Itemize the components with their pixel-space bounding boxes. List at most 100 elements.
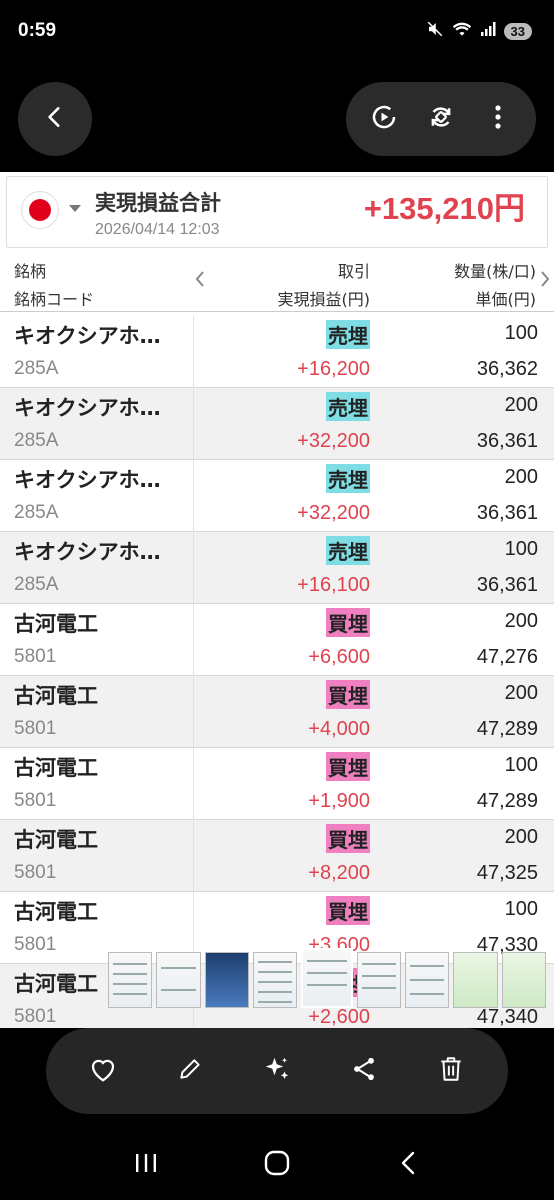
realized-pl: +8,200 bbox=[308, 862, 370, 884]
stock-code: 285A bbox=[14, 358, 59, 379]
table-row[interactable]: キオクシアホ… 285A 売埋 +16,200 100 36,362 bbox=[0, 316, 554, 388]
unit-price: 47,276 bbox=[476, 646, 538, 668]
summary-total: +135,210円 bbox=[363, 191, 525, 226]
more-options-button[interactable] bbox=[478, 99, 518, 139]
gallery-thumbnail[interactable] bbox=[404, 952, 450, 1008]
unit-price: 47,325 bbox=[476, 862, 538, 884]
table-row[interactable]: 古河電工 5801 買埋 +4,000 200 47,289 bbox=[0, 676, 554, 748]
gallery-thumbnail[interactable] bbox=[156, 952, 201, 1008]
realized-pl: +2,600 bbox=[308, 1006, 370, 1028]
trade-type-badge: 買埋 bbox=[326, 608, 370, 637]
table-row[interactable]: 古河電工 5801 買埋 +1,900 100 47,289 bbox=[0, 748, 554, 820]
gallery-thumbnail[interactable] bbox=[356, 952, 401, 1008]
gallery-filmstrip bbox=[108, 948, 547, 1008]
trade-list: キオクシアホ… 285A 売埋 +16,200 100 36,362 キオクシア… bbox=[0, 316, 554, 1028]
trade-type-badge: 売埋 bbox=[326, 464, 370, 493]
stock-name: 古河電工 bbox=[14, 756, 98, 780]
stock-code: 285A bbox=[14, 502, 59, 523]
gallery-thumbnail[interactable] bbox=[108, 952, 153, 1008]
recent-apps-icon bbox=[133, 1151, 159, 1179]
recent-apps-button[interactable] bbox=[121, 1140, 171, 1190]
stock-name: キオクシアホ… bbox=[14, 396, 161, 420]
stock-code: 5801 bbox=[14, 646, 57, 667]
japan-flag-icon bbox=[29, 199, 51, 221]
rotate-icon bbox=[426, 102, 456, 136]
table-row[interactable]: キオクシアホ… 285A 売埋 +32,200 200 36,361 bbox=[0, 388, 554, 460]
realized-pl: +32,200 bbox=[297, 502, 370, 524]
trade-type-badge: 売埋 bbox=[326, 392, 370, 421]
heart-icon bbox=[88, 1055, 118, 1087]
quantity: 100 bbox=[504, 538, 538, 560]
unit-price: 36,361 bbox=[476, 502, 538, 524]
header-trade: 取引 bbox=[337, 262, 370, 281]
home-button[interactable] bbox=[252, 1140, 302, 1190]
favorite-button[interactable] bbox=[78, 1046, 128, 1096]
quantity: 200 bbox=[504, 826, 538, 848]
column-divider bbox=[193, 388, 194, 460]
caret-down-icon[interactable] bbox=[69, 205, 81, 212]
gallery-thumbnail[interactable] bbox=[204, 952, 250, 1008]
viewer-action-pill bbox=[346, 82, 536, 156]
column-divider bbox=[193, 820, 194, 892]
viewer-action-bar bbox=[46, 1028, 508, 1114]
summary-title: 実現損益合計 bbox=[95, 191, 221, 215]
mute-icon bbox=[426, 20, 444, 42]
system-navigation-bar bbox=[0, 1130, 554, 1200]
unit-price: 36,362 bbox=[476, 358, 538, 380]
share-button[interactable] bbox=[339, 1046, 389, 1096]
viewer-top-controls bbox=[0, 80, 554, 160]
table-row[interactable]: 古河電工 5801 買埋 +6,600 200 47,276 bbox=[0, 604, 554, 676]
gallery-thumbnail[interactable] bbox=[501, 952, 547, 1008]
stock-name: キオクシアホ… bbox=[14, 468, 161, 492]
trade-type-badge: 買埋 bbox=[326, 824, 370, 853]
ai-tools-button[interactable] bbox=[252, 1046, 302, 1096]
column-divider bbox=[193, 316, 194, 388]
chevron-left-icon bbox=[42, 104, 68, 134]
table-row[interactable]: キオクシアホ… 285A 売埋 +32,200 200 36,361 bbox=[0, 460, 554, 532]
trade-type-badge: 買埋 bbox=[326, 896, 370, 925]
chevron-left-icon[interactable] bbox=[194, 270, 206, 293]
stock-name: 古河電工 bbox=[14, 684, 98, 708]
market-selector[interactable] bbox=[21, 191, 59, 229]
system-back-button[interactable] bbox=[383, 1140, 433, 1190]
trash-icon bbox=[438, 1055, 464, 1087]
quantity: 100 bbox=[504, 754, 538, 776]
gallery-thumbnail[interactable] bbox=[253, 952, 298, 1008]
stock-name: 古河電工 bbox=[14, 900, 98, 924]
unit-price: 36,361 bbox=[476, 574, 538, 596]
realized-pl: +6,600 bbox=[308, 646, 370, 668]
header-price: 単価(円) bbox=[475, 290, 537, 309]
table-row[interactable]: キオクシアホ… 285A 売埋 +16,100 100 36,361 bbox=[0, 532, 554, 604]
realized-pl: +4,000 bbox=[308, 718, 370, 740]
motion-photo-button[interactable] bbox=[364, 99, 404, 139]
quantity: 200 bbox=[504, 466, 538, 488]
column-divider bbox=[193, 748, 194, 820]
table-row[interactable]: 古河電工 5801 買埋 +8,200 200 47,325 bbox=[0, 820, 554, 892]
realized-pl: +16,100 bbox=[297, 574, 370, 596]
back-button[interactable] bbox=[18, 82, 92, 156]
chevron-right-icon[interactable] bbox=[539, 270, 551, 293]
quantity: 200 bbox=[504, 682, 538, 704]
stock-code: 285A bbox=[14, 430, 59, 451]
gallery-thumbnail-current[interactable] bbox=[301, 948, 353, 1008]
gallery-thumbnail[interactable] bbox=[453, 952, 498, 1008]
quantity: 200 bbox=[504, 610, 538, 632]
status-icons: 33 bbox=[426, 20, 532, 42]
trade-type-badge: 売埋 bbox=[326, 320, 370, 349]
stock-code: 5801 bbox=[14, 1006, 57, 1027]
signal-icon bbox=[480, 21, 496, 41]
quantity: 200 bbox=[504, 394, 538, 416]
header-qty: 数量(株/口) bbox=[454, 262, 536, 281]
stock-code: 5801 bbox=[14, 862, 57, 883]
unit-price: 47,289 bbox=[476, 718, 538, 740]
edit-button[interactable] bbox=[165, 1046, 215, 1096]
trade-type-badge: 買埋 bbox=[326, 752, 370, 781]
realized-pl: +1,900 bbox=[308, 790, 370, 812]
trade-type-badge: 買埋 bbox=[326, 680, 370, 709]
rotate-button[interactable] bbox=[421, 99, 461, 139]
stock-code: 5801 bbox=[14, 718, 57, 739]
wifi-icon bbox=[452, 20, 472, 42]
column-divider bbox=[193, 676, 194, 748]
table-header: 銘柄 銘柄コード 取引 実現損益(円) 数量(株/口) 単価(円) bbox=[0, 252, 554, 312]
delete-button[interactable] bbox=[426, 1046, 476, 1096]
